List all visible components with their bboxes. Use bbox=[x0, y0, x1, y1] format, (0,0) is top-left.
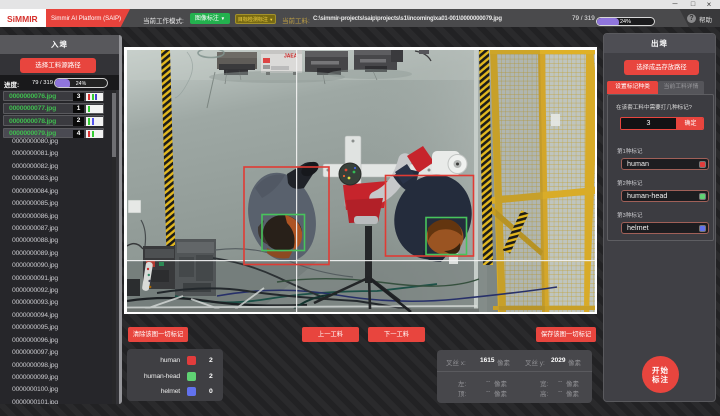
svg-text:JAEA: JAEA bbox=[284, 53, 298, 59]
